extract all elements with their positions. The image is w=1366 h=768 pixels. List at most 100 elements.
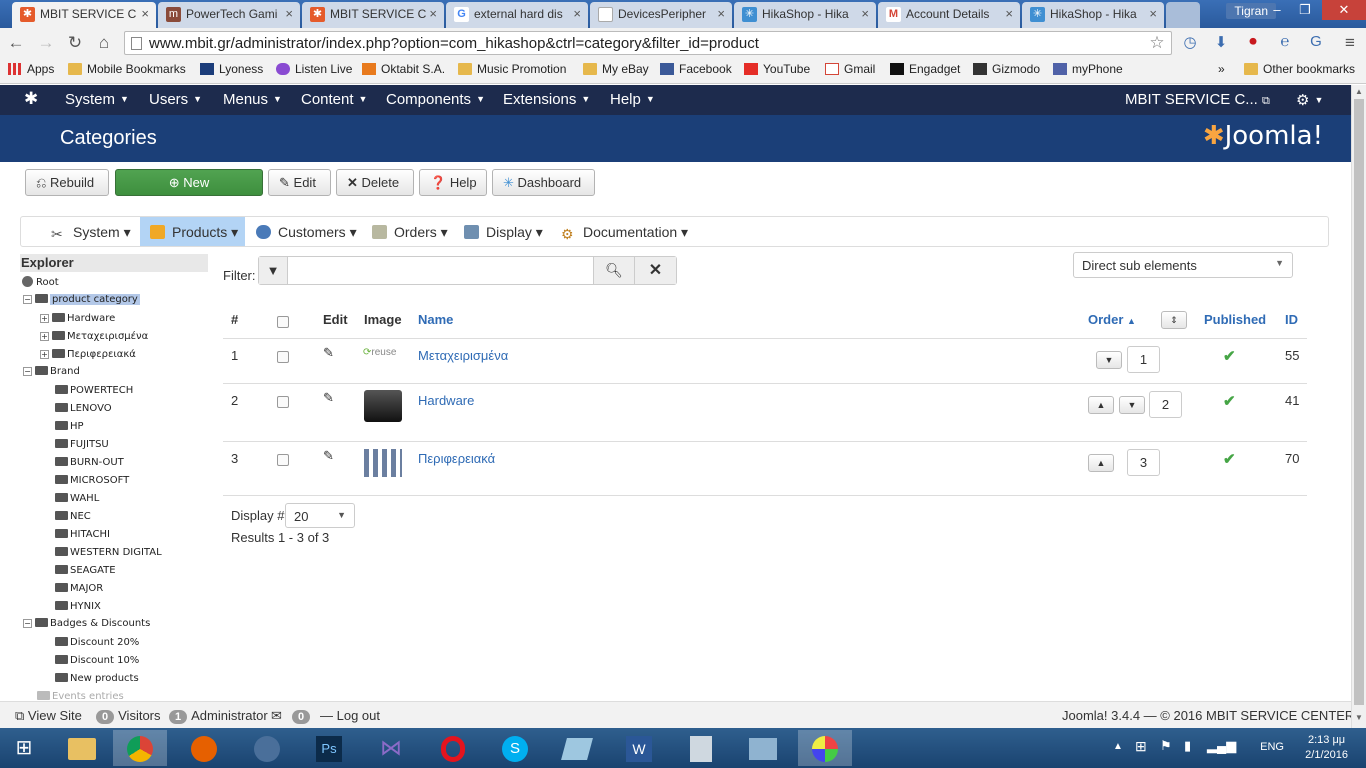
close-icon[interactable]: × [573, 6, 581, 21]
photoshop-icon[interactable]: Ps [302, 730, 356, 766]
tree-item[interactable]: FUJITSU [55, 439, 109, 450]
flag-icon[interactable]: ⚑ [1160, 738, 1172, 754]
close-icon[interactable]: × [861, 6, 869, 21]
other-bookmarks[interactable]: Other bookmarks [1244, 62, 1355, 76]
url-field[interactable]: www.mbit.gr/administrator/index.php?opti… [124, 31, 1172, 55]
calculator-icon[interactable] [674, 730, 728, 766]
joomla-icon[interactable]: ✱ [24, 89, 38, 109]
tree-item[interactable]: NEC [55, 511, 91, 522]
published-check-icon[interactable]: ✔ [1223, 450, 1236, 468]
clear-icon[interactable]: ✕ [634, 257, 676, 284]
display-limit-select[interactable]: 20 ▼ [285, 503, 355, 528]
help-button[interactable]: ❓ Help [419, 169, 487, 196]
category-name-link[interactable]: Hardware [418, 393, 474, 408]
tree-badges[interactable]: − Badges & Discounts [23, 618, 150, 629]
scope-select[interactable]: Direct sub elements ▼ [1073, 252, 1293, 278]
extension-e-icon[interactable]: ℮ [1275, 33, 1295, 50]
tree-item[interactable]: WAHL [55, 493, 99, 504]
scrollbar-thumb[interactable] [1354, 99, 1364, 705]
visitors-status[interactable]: 0 Visitors [96, 708, 161, 724]
tree-item[interactable]: + Περιφερειακά [40, 349, 136, 360]
forward-icon[interactable]: → [36, 33, 56, 53]
bookmark-listen-live[interactable]: Listen Live [276, 62, 352, 76]
bookmark-ebay[interactable]: My eBay [583, 62, 649, 76]
settings-menu[interactable]: ⚙ ▼ [1296, 91, 1323, 109]
tree-item[interactable]: SEAGATE [55, 565, 116, 576]
skype-icon[interactable]: S [488, 730, 542, 766]
bookmark-facebook[interactable]: Facebook [660, 62, 732, 76]
paint-icon[interactable] [798, 730, 852, 766]
edit-button[interactable]: ✎ Edit [268, 169, 331, 196]
published-check-icon[interactable]: ✔ [1223, 392, 1236, 410]
close-icon[interactable]: × [285, 6, 293, 21]
bookmark-oktabit[interactable]: Oktabit S.A. [362, 62, 445, 76]
maximize-icon[interactable]: ❐ [1291, 0, 1319, 20]
translate-icon[interactable]: G [1306, 33, 1326, 50]
notes-app-icon[interactable] [550, 730, 604, 766]
new-tab-button[interactable] [1166, 2, 1200, 28]
bookmark-myphone[interactable]: myPhone [1053, 62, 1123, 76]
home-icon[interactable]: ⌂ [94, 33, 114, 53]
view-site-link[interactable]: ⧉ View Site [15, 708, 82, 724]
search-icon[interactable]: 🔍︎ [593, 257, 634, 284]
bookmarks-more[interactable]: » [1218, 62, 1225, 76]
hika-menu-products[interactable]: Products ▾ [140, 217, 245, 246]
browser-tab[interactable]: ✳ HikaShop - Hika × [734, 2, 876, 28]
start-icon[interactable]: ⊞ [0, 730, 48, 766]
chrome-icon[interactable] [113, 730, 167, 766]
menu-menus[interactable]: Menus ▼ [223, 91, 282, 108]
tree-item[interactable]: LENOVO [55, 403, 112, 414]
bookmark-gmail[interactable]: Gmail [825, 62, 875, 76]
language-indicator[interactable]: ENG [1260, 741, 1284, 753]
tree-item[interactable]: HYNIX [55, 601, 101, 612]
tree-item[interactable]: Discount 20% [55, 637, 139, 648]
bookmark-apps[interactable]: Apps [8, 62, 54, 76]
menu-content[interactable]: Content ▼ [301, 91, 367, 108]
browser-tab[interactable]: ✱ MBIT SERVICE C × [302, 2, 444, 28]
bookmark-mobile[interactable]: Mobile Bookmarks [68, 62, 186, 76]
messages-status[interactable]: 0 [292, 708, 314, 724]
admins-status[interactable]: 1 Administrator [169, 708, 268, 724]
system-clock[interactable]: 2:13 μμ 2/1/2016 [1305, 733, 1348, 763]
new-button[interactable]: ⊕ New [115, 169, 263, 196]
bookmark-lyoness[interactable]: Lyoness [200, 62, 263, 76]
file-explorer-icon[interactable] [55, 730, 109, 766]
col-order[interactable]: Order ▲ [1088, 312, 1136, 327]
site-link[interactable]: MBIT SERVICE C... ⧉ [1125, 91, 1270, 108]
firefox-icon[interactable] [177, 730, 231, 766]
hika-menu-customers[interactable]: Customers ▾ [256, 217, 357, 246]
browser-tab[interactable]: M Account Details × [878, 2, 1020, 28]
bookmark-music[interactable]: Music Promotion [458, 62, 566, 76]
remote-desktop-icon[interactable] [736, 730, 790, 766]
category-image[interactable]: ⟳reuse [363, 347, 396, 358]
tree-item[interactable]: WESTERN DIGITAL [55, 547, 162, 558]
tree-item[interactable]: + Hardware [40, 313, 115, 324]
order-input[interactable]: 1 [1127, 346, 1160, 373]
col-id[interactable]: ID [1285, 312, 1298, 327]
tree-item[interactable]: BURN-OUT [55, 457, 124, 468]
close-icon[interactable]: × [1005, 6, 1013, 21]
move-down-button[interactable]: ▼ [1119, 396, 1145, 414]
hika-menu-orders[interactable]: Orders ▾ [372, 217, 448, 246]
browser-tab[interactable]: ✱ MBIT SERVICE C × [12, 2, 156, 28]
close-icon[interactable]: × [1149, 6, 1157, 21]
published-check-icon[interactable]: ✔ [1223, 347, 1236, 365]
scroll-up-icon[interactable]: ▲ [1355, 87, 1363, 96]
tree-item[interactable]: HITACHI [55, 529, 110, 540]
dashboard-button[interactable]: ✳ Dashboard [492, 169, 595, 196]
opera-icon[interactable] [426, 730, 480, 766]
category-name-link[interactable]: Περιφερειακά [418, 451, 495, 466]
tree-item[interactable]: POWERTECH [55, 385, 133, 396]
volume-icon[interactable]: 🔈︎ [1232, 738, 1240, 754]
logout-link[interactable]: — Log out [320, 708, 380, 723]
action-center-icon[interactable]: ⊞ [1135, 738, 1147, 755]
battery-icon[interactable]: ▮ [1184, 738, 1191, 754]
browser-tab[interactable]: Gexternal hard dis × [446, 2, 588, 28]
menu-icon[interactable]: ≡ [1340, 33, 1360, 53]
browser-tab[interactable]: DevicesPeripher × [590, 2, 732, 28]
menu-help[interactable]: Help ▼ [610, 91, 655, 108]
tree-events[interactable]: Events entries [37, 691, 124, 700]
select-all-checkbox[interactable] [277, 316, 289, 328]
col-published[interactable]: Published [1204, 312, 1266, 327]
category-name-link[interactable]: Μεταχειρισμένα [418, 348, 508, 363]
